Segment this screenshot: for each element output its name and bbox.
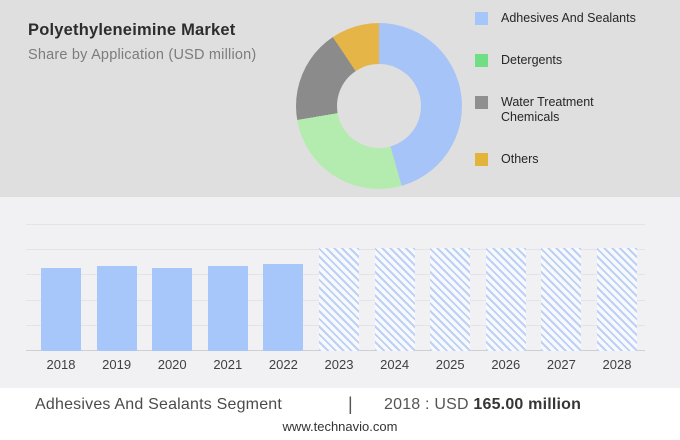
bar-2020 bbox=[152, 268, 192, 351]
forecast-bar-2025 bbox=[430, 248, 470, 351]
bar-2021 bbox=[208, 266, 248, 351]
title-block: Polyethyleneimine Market Share by Applic… bbox=[28, 21, 256, 63]
donut-hole bbox=[337, 64, 421, 148]
legend-item: Adhesives And Sealants bbox=[475, 11, 660, 26]
legend-label: Detergents bbox=[501, 53, 562, 68]
legend-label: Water Treatment Chemicals bbox=[501, 95, 641, 125]
gridline bbox=[26, 224, 645, 225]
x-tick-label: 2024 bbox=[367, 357, 423, 372]
footer-divider: | bbox=[348, 394, 353, 415]
x-tick-label: 2025 bbox=[422, 357, 478, 372]
forecast-bar-2024 bbox=[375, 248, 415, 351]
bar-chart-section: 2018201920202021202220232024202520262027… bbox=[0, 197, 680, 388]
legend-swatch-icon bbox=[475, 96, 488, 109]
website-link[interactable]: www.technavio.com bbox=[0, 419, 680, 434]
legend-item: Others bbox=[475, 152, 660, 167]
stat-prefix: 2018 : USD bbox=[384, 396, 469, 413]
x-axis-labels: 2018201920202021202220232024202520262027… bbox=[26, 357, 645, 375]
header-section: Polyethyleneimine Market Share by Applic… bbox=[0, 0, 680, 197]
infographic: Polyethyleneimine Market Share by Applic… bbox=[0, 0, 680, 440]
x-tick-label: 2023 bbox=[311, 357, 367, 372]
forecast-bar-2023 bbox=[319, 248, 359, 351]
forecast-bar-2026 bbox=[486, 248, 526, 351]
legend-label: Others bbox=[501, 152, 539, 167]
legend-label: Adhesives And Sealants bbox=[501, 11, 636, 26]
page-subtitle: Share by Application (USD million) bbox=[28, 47, 256, 63]
bar-chart-plot bbox=[26, 225, 645, 351]
page-title: Polyethyleneimine Market bbox=[28, 21, 256, 40]
x-tick-label: 2022 bbox=[255, 357, 311, 372]
footer-section: Adhesives And Sealants Segment | 2018 : … bbox=[0, 388, 680, 440]
legend-item: Water Treatment Chemicals bbox=[475, 95, 660, 125]
x-tick-label: 2027 bbox=[533, 357, 589, 372]
segment-label: Adhesives And Sealants Segment bbox=[35, 396, 282, 414]
bar-2018 bbox=[41, 268, 81, 351]
x-tick-label: 2020 bbox=[144, 357, 200, 372]
legend-swatch-icon bbox=[475, 12, 488, 25]
legend: Adhesives And Sealants Detergents Water Tr… bbox=[475, 11, 660, 194]
bar-2019 bbox=[97, 266, 137, 351]
legend-item: Detergents bbox=[475, 53, 660, 68]
x-tick-label: 2019 bbox=[89, 357, 145, 372]
legend-swatch-icon bbox=[475, 54, 488, 67]
x-tick-label: 2028 bbox=[589, 357, 645, 372]
segment-stat: 2018 : USD 165.00 million bbox=[384, 396, 581, 414]
forecast-bar-2028 bbox=[597, 248, 637, 351]
donut-chart bbox=[296, 23, 462, 189]
legend-swatch-icon bbox=[475, 153, 488, 166]
forecast-bar-2027 bbox=[541, 248, 581, 351]
x-tick-label: 2026 bbox=[478, 357, 534, 372]
x-tick-label: 2018 bbox=[33, 357, 89, 372]
stat-value: 165.00 million bbox=[473, 396, 581, 413]
bar-2022 bbox=[263, 264, 303, 351]
x-tick-label: 2021 bbox=[200, 357, 256, 372]
